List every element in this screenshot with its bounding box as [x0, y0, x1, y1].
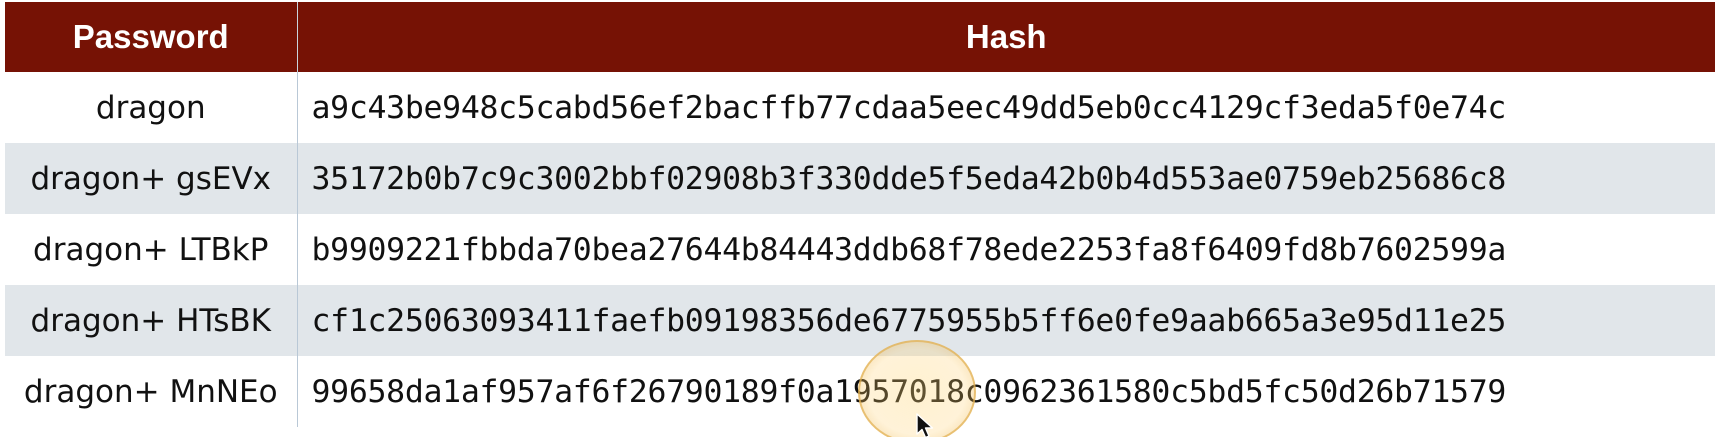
password-cell: dragon	[5, 72, 298, 143]
table-header: Password Hash	[5, 2, 1715, 72]
password-cell: dragon+ LTBkP	[5, 214, 298, 285]
password-column-header: Password	[5, 2, 298, 72]
password-hash-table: Password Hash dragon a9c43be948c5cabd56e…	[5, 2, 1715, 427]
table-row: dragon a9c43be948c5cabd56ef2bacffb77cdaa…	[5, 72, 1715, 143]
hash-column-header: Hash	[297, 2, 1715, 72]
table-row: dragon+ gsEVx 35172b0b7c9c3002bbf02908b3…	[5, 143, 1715, 214]
header-row: Password Hash	[5, 2, 1715, 72]
table-row: dragon+ HTsBK cf1c25063093411faefb091983…	[5, 285, 1715, 356]
hash-cell: 35172b0b7c9c3002bbf02908b3f330dde5f5eda4…	[297, 143, 1715, 214]
password-cell: dragon+ HTsBK	[5, 285, 298, 356]
presentation-slide: Password Hash dragon a9c43be948c5cabd56e…	[0, 0, 1720, 437]
hash-cell: cf1c25063093411faefb09198356de6775955b5f…	[297, 285, 1715, 356]
hash-cell: b9909221fbbda70bea27644b84443ddb68f78ede…	[297, 214, 1715, 285]
hash-cell: a9c43be948c5cabd56ef2bacffb77cdaa5eec49d…	[297, 72, 1715, 143]
table-body: dragon a9c43be948c5cabd56ef2bacffb77cdaa…	[5, 72, 1715, 427]
table-row: dragon+ MnNEo 99658da1af957af6f26790189f…	[5, 356, 1715, 427]
table-row: dragon+ LTBkP b9909221fbbda70bea27644b84…	[5, 214, 1715, 285]
hash-cell: 99658da1af957af6f26790189f0a1957018c0962…	[297, 356, 1715, 427]
password-cell: dragon+ gsEVx	[5, 143, 298, 214]
password-cell: dragon+ MnNEo	[5, 356, 298, 427]
